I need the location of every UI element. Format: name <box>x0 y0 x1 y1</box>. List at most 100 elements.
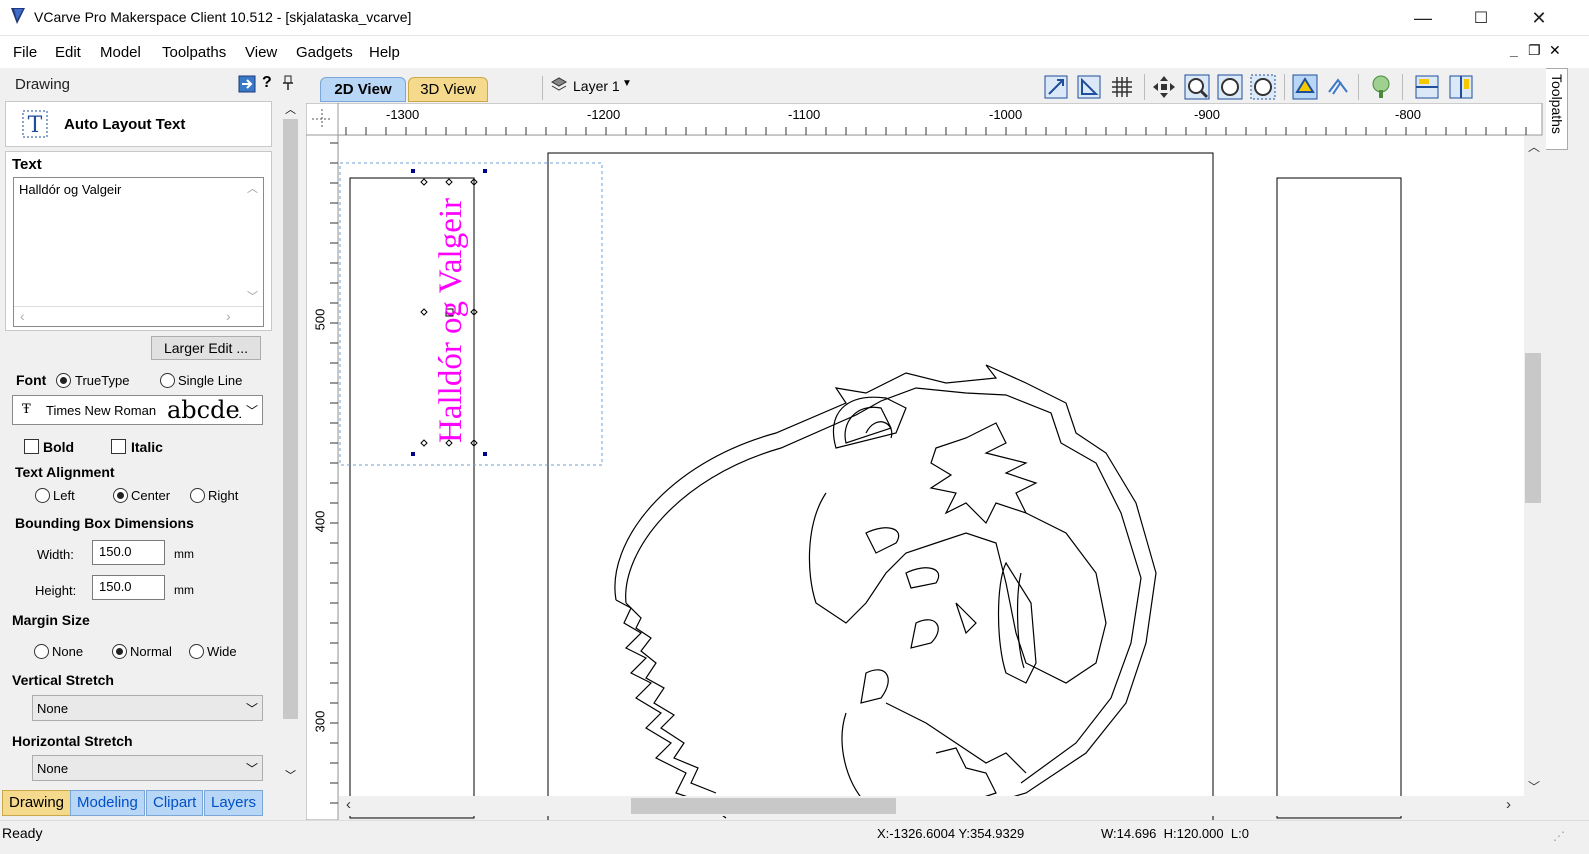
resize-grip-icon[interactable]: ⋰ <box>1553 829 1565 843</box>
tab-modeling[interactable]: Modeling <box>70 790 145 816</box>
tab-3d-view[interactable]: 3D View <box>408 77 488 102</box>
scroll-up-icon[interactable]: ︿ <box>247 180 258 196</box>
menu-help[interactable]: Help <box>369 44 400 61</box>
canvas-scroll-up-icon[interactable]: ︿ <box>1528 138 1540 155</box>
status-dimensions: W:14.696 H:120.000 L:0 <box>1101 826 1249 841</box>
align-left-label: Left <box>53 488 75 503</box>
mdi-close-button[interactable]: ✕ <box>1549 42 1561 59</box>
margin-size-label: Margin Size <box>12 612 90 628</box>
horizontal-stretch-label: Horizontal Stretch <box>12 733 133 749</box>
toolbar-separator <box>1358 74 1359 100</box>
show-vectors-icon[interactable] <box>1292 74 1318 100</box>
panel-help-button[interactable]: ? <box>262 74 272 92</box>
zoom-fit-icon[interactable] <box>1043 74 1069 100</box>
canvas-scroll-down-icon[interactable]: ﹀ <box>1528 778 1540 795</box>
toolbar-separator <box>542 76 543 100</box>
scroll-down-icon[interactable]: ﹀ <box>247 288 258 304</box>
scroll-down-icon[interactable]: ﹀ <box>285 767 296 783</box>
text-input[interactable]: Halldór og Valgeir ︿ ﹀ ‹ › <box>13 177 264 327</box>
zoom-box-icon[interactable] <box>1217 74 1243 100</box>
horizontal-stretch-value: None <box>37 761 69 776</box>
font-label: Font <box>16 372 47 388</box>
menu-gadgets[interactable]: Gadgets <box>296 44 353 61</box>
mdi-restore-button[interactable]: ❐ <box>1528 42 1541 59</box>
tab-2d-view[interactable]: 2D View <box>320 77 406 102</box>
horizontal-split-icon[interactable] <box>1414 74 1440 100</box>
canvas-scroll-left-icon[interactable]: ‹ <box>346 796 351 813</box>
canvas-scroll-right-icon[interactable]: › <box>1506 796 1511 813</box>
margin-normal-radio[interactable] <box>112 644 127 659</box>
menu-file[interactable]: File <box>13 44 37 61</box>
panel-scroll-thumb[interactable] <box>283 119 298 719</box>
larger-edit-button[interactable]: Larger Edit ... <box>151 336 261 360</box>
horizontal-scrollbar[interactable]: ‹ › <box>14 306 263 326</box>
font-name: Times New Roman <box>46 403 157 418</box>
italic-label: Italic <box>131 439 163 455</box>
panel-scrollbar[interactable]: ︿ ﹀ <box>282 101 299 787</box>
chevron-down-icon: ﹀ <box>246 702 259 716</box>
zoom-in-icon[interactable] <box>1184 74 1210 100</box>
title-bar: VCarve Pro Makerspace Client 10.512 - [s… <box>0 0 1589 36</box>
menu-edit[interactable]: Edit <box>55 44 81 61</box>
minimize-button[interactable]: — <box>1394 0 1452 36</box>
render-icon[interactable] <box>1368 74 1394 100</box>
font-singleline-radio[interactable] <box>160 373 175 388</box>
font-truetype-radio[interactable] <box>56 373 71 388</box>
bold-checkbox[interactable] <box>24 439 39 454</box>
text-alignment-label: Text Alignment <box>15 464 115 480</box>
vertical-split-icon[interactable] <box>1448 74 1474 100</box>
margin-none-radio[interactable] <box>34 644 49 659</box>
tab-clipart[interactable]: Clipart <box>146 790 204 816</box>
font-select[interactable]: Ŧ Times New Roman abcdeA ﹀ <box>12 395 263 425</box>
tab-drawing[interactable]: Drawing <box>2 790 72 816</box>
horizontal-stretch-select[interactable]: None ﹀ <box>32 755 263 781</box>
maximize-button[interactable]: ☐ <box>1452 0 1510 36</box>
italic-checkbox[interactable] <box>111 439 126 454</box>
ruler-v-label: 400 <box>312 510 328 533</box>
menu-model[interactable]: Model <box>100 44 141 61</box>
layer-icon <box>550 77 568 91</box>
ruler-h-label: -900 <box>1194 107 1221 122</box>
width-input[interactable]: 150.0 <box>92 540 165 565</box>
text-tool-icon: T <box>22 110 48 138</box>
tab-layers[interactable]: Layers <box>204 790 264 816</box>
chevron-down-icon: ﹀ <box>246 404 259 418</box>
scroll-left-icon[interactable]: ‹ <box>20 308 25 324</box>
close-button[interactable]: ✕ <box>1510 0 1568 36</box>
layer-select[interactable]: Layer 1 <box>573 78 620 94</box>
margin-wide-label: Wide <box>207 644 237 659</box>
ruler-h-label: -1100 <box>788 107 821 122</box>
ruler-v-label: 500 <box>312 308 328 331</box>
toolbar-separator <box>1402 74 1403 100</box>
grid-icon[interactable] <box>1109 74 1135 100</box>
align-center-radio[interactable] <box>113 488 128 503</box>
pan-icon[interactable] <box>1151 74 1177 100</box>
zoom-out-icon[interactable] <box>1250 74 1276 100</box>
height-input[interactable]: 150.0 <box>92 575 165 600</box>
menu-view[interactable]: View <box>245 44 277 61</box>
margin-wide-radio[interactable] <box>189 644 204 659</box>
scroll-right-icon[interactable]: › <box>226 308 231 324</box>
height-unit: mm <box>174 583 194 597</box>
align-right-radio[interactable] <box>190 488 205 503</box>
menu-bar: File Edit Model Toolpaths View Gadgets H… <box>0 36 1589 68</box>
pin-icon[interactable] <box>282 75 294 91</box>
ruler-v-label: 300 <box>312 710 328 733</box>
canvas-view[interactable]: Halldór og Valgeir <box>306 103 1546 820</box>
drawing-area: 2D View 3D View Layer 1 ▼ Halldór og Val… <box>306 68 1546 820</box>
vertical-stretch-select[interactable]: None ﹀ <box>32 695 263 721</box>
measure-icon[interactable] <box>1076 74 1102 100</box>
panel-export-icon[interactable] <box>237 74 257 94</box>
ruler-h-label: -1000 <box>989 107 1023 122</box>
align-left-radio[interactable] <box>35 488 50 503</box>
ruler-h-label: -1200 <box>587 107 621 122</box>
tool-title: Auto Layout Text <box>64 116 186 133</box>
mdi-minimize-button[interactable]: _ <box>1510 42 1518 58</box>
caret-down-icon[interactable]: ▼ <box>622 78 632 89</box>
show-toolpaths-icon[interactable] <box>1325 74 1351 100</box>
toolpaths-side-tab[interactable]: Toolpaths <box>1546 68 1568 150</box>
menu-toolpaths[interactable]: Toolpaths <box>162 44 226 61</box>
text-input-value: Halldór og Valgeir <box>19 182 122 197</box>
scroll-up-icon[interactable]: ︿ <box>285 101 296 117</box>
margin-none-label: None <box>52 644 84 659</box>
